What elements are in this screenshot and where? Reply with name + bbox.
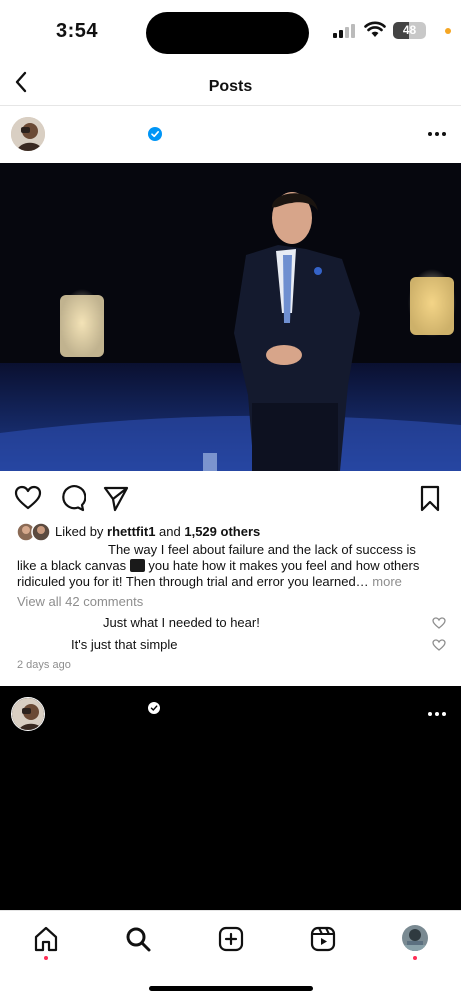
next-post[interactable] [0, 686, 461, 910]
liked-prefix: Liked by [55, 524, 108, 539]
caption-more-link[interactable]: more [372, 574, 402, 589]
caption-line-1: The way I feel about failure and the lac… [108, 542, 416, 557]
comment-like-heart-icon[interactable] [432, 616, 446, 630]
create-post-icon[interactable] [217, 925, 245, 953]
liked-by-row[interactable]: Liked by rhettfit1 and 1,529 others [17, 522, 447, 544]
search-icon[interactable] [124, 925, 152, 953]
liked-count[interactable]: 1,529 others [184, 524, 260, 539]
post-author-avatar[interactable] [11, 697, 45, 731]
status-time: 3:54 [56, 20, 99, 42]
page-title: Posts [208, 78, 253, 95]
avatar-photo [12, 698, 44, 730]
caption-line-2b: you hate how it makes you feel and how o… [144, 558, 420, 573]
save-bookmark-icon[interactable] [416, 484, 444, 512]
like-heart-icon[interactable] [14, 484, 42, 512]
liked-by-text: Liked by rhettfit1 and 1,529 others [55, 524, 260, 539]
post-caption: The way I feel about failure and the lac… [17, 542, 447, 590]
wifi-icon [364, 21, 386, 37]
home-icon[interactable] [32, 925, 60, 953]
caption-line-2: like a black canvas you hate how it make… [17, 558, 447, 574]
post-author-avatar[interactable] [11, 117, 45, 151]
caption-line-3a: ridiculed you for it! Then through trial… [17, 574, 373, 589]
more-options-icon[interactable] [428, 712, 450, 718]
share-send-icon[interactable] [102, 484, 130, 512]
battery-percent: 48 [402, 23, 417, 37]
post-header [0, 108, 461, 162]
comment-2: It's just that simple [71, 637, 178, 652]
cellular-signal-icon [333, 24, 355, 38]
reels-icon[interactable] [309, 925, 337, 953]
speaker-on-stage-photo [0, 163, 461, 471]
black-square-emoji [129, 559, 145, 572]
post-image[interactable] [0, 163, 461, 471]
status-bar: 3:54 48 [0, 0, 461, 64]
post-actions [0, 480, 461, 514]
liked-user[interactable]: rhettfit1 [107, 524, 155, 539]
verified-badge-icon [148, 702, 160, 714]
verified-badge-icon [148, 127, 162, 141]
liked-middle: and [155, 524, 185, 539]
more-options-icon[interactable] [428, 132, 450, 138]
page-header: Posts [0, 64, 461, 106]
profile-photo [402, 925, 428, 951]
avatar-photo [11, 117, 45, 151]
view-all-comments-link[interactable]: View all 42 comments [17, 594, 143, 609]
post-timestamp: 2 days ago [17, 659, 71, 671]
caption-line-3: ridiculed you for it! Then through trial… [17, 574, 447, 590]
home-notification-dot [44, 956, 48, 960]
liker-avatars [17, 522, 51, 542]
comment-1: Just what I needed to hear! [103, 615, 260, 630]
bottom-tab-bar [0, 910, 461, 1000]
privacy-indicator [445, 28, 451, 34]
battery-icon: 48 [393, 22, 426, 39]
profile-notification-dot [413, 956, 417, 960]
profile-tab-avatar[interactable] [402, 925, 428, 951]
home-indicator [149, 986, 313, 991]
dynamic-island [146, 12, 309, 54]
comment-icon[interactable] [58, 484, 86, 512]
comment-like-heart-icon[interactable] [432, 638, 446, 652]
caption-line-2a: like a black canvas [17, 558, 130, 573]
